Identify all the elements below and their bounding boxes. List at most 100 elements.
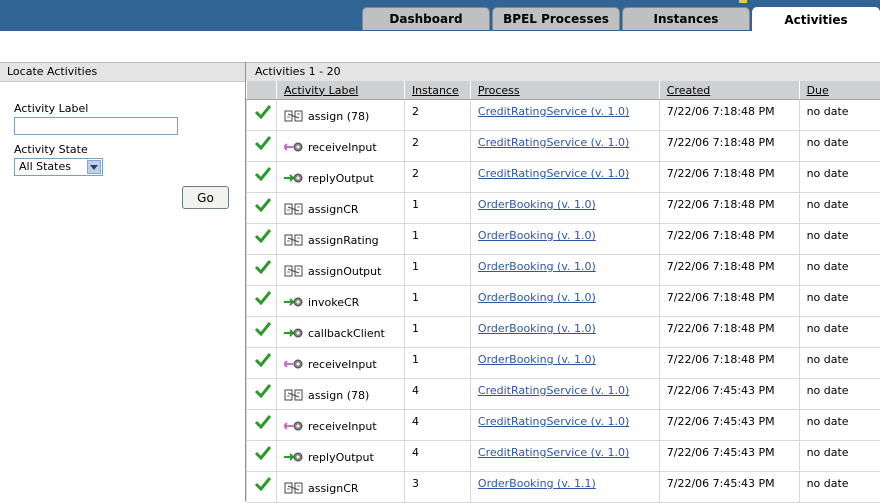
process-link[interactable]: CreditRatingService (v. 1.0): [478, 105, 629, 118]
instance-value: 1: [412, 348, 470, 366]
activity-label-input[interactable]: [14, 117, 178, 135]
instance-value: 4: [412, 441, 470, 459]
instance-value: 1: [412, 317, 470, 335]
process-link[interactable]: OrderBooking (v. 1.0): [478, 291, 596, 304]
check-icon: [255, 472, 276, 491]
activity-label: invokeCR: [308, 296, 359, 309]
status-cell: [247, 441, 277, 472]
process-link[interactable]: OrderBooking (v. 1.1): [478, 477, 596, 490]
reply-icon: [284, 171, 304, 185]
column-header-created[interactable]: Created: [659, 81, 799, 100]
column-header-instance[interactable]: Instance: [404, 81, 470, 100]
created-value: 7/22/06 7:18:48 PM: [667, 100, 799, 118]
check-icon: [255, 224, 276, 243]
instance-cell: 1: [404, 348, 470, 379]
process-link[interactable]: OrderBooking (v. 1.0): [478, 229, 596, 242]
check-icon: [255, 317, 276, 336]
process-link[interactable]: CreditRatingService (v. 1.0): [478, 136, 629, 149]
process-link[interactable]: CreditRatingService (v. 1.0): [478, 415, 629, 428]
due-cell: no date: [799, 441, 880, 472]
table-row: assign (78) 2 CreditRatingService (v. 1.0)…: [247, 100, 880, 131]
activity-state-select[interactable]: All States: [14, 158, 103, 176]
process-link[interactable]: CreditRatingService (v. 1.0): [478, 167, 629, 180]
tab-instances[interactable]: Instances: [622, 7, 750, 30]
tab-bpel-processes[interactable]: BPEL Processes: [492, 7, 620, 30]
due-cell: no date: [799, 224, 880, 255]
check-icon: [255, 131, 276, 150]
instance-value: 1: [412, 286, 470, 304]
process-link[interactable]: OrderBooking (v. 1.0): [478, 322, 596, 335]
table-header-row: Activity Label Instance Process Created …: [247, 81, 880, 100]
activity-label-cell: replyOutput: [276, 441, 404, 472]
instance-value: 1: [412, 193, 470, 211]
activity-label-cell: assignOutput: [276, 255, 404, 286]
locate-panel-title: Locate Activities: [0, 62, 245, 82]
created-cell: 7/22/06 7:18:48 PM: [659, 317, 799, 348]
main-tabs: Dashboard BPEL Processes Instances Activ…: [362, 7, 880, 31]
created-cell: 7/22/06 7:18:48 PM: [659, 162, 799, 193]
activity-label: assignCR: [308, 482, 359, 495]
created-value: 7/22/06 7:18:48 PM: [667, 162, 799, 180]
assign-icon: [284, 388, 304, 402]
due-cell: no date: [799, 255, 880, 286]
due-cell: no date: [799, 193, 880, 224]
created-cell: 7/22/06 7:18:48 PM: [659, 286, 799, 317]
due-cell: no date: [799, 162, 880, 193]
instance-cell: 2: [404, 131, 470, 162]
activity-label: assignRating: [308, 234, 379, 247]
column-header-due[interactable]: Due: [799, 81, 880, 100]
instance-cell: 1: [404, 286, 470, 317]
due-cell: no date: [799, 348, 880, 379]
created-cell: 7/22/06 7:18:48 PM: [659, 100, 799, 131]
chevron-down-icon[interactable]: [87, 160, 101, 174]
process-link[interactable]: CreditRatingService (v. 1.0): [478, 446, 629, 459]
tab-activities[interactable]: Activities: [752, 7, 880, 31]
assign-icon: [284, 202, 304, 216]
process-cell: CreditRatingService (v. 1.0): [470, 131, 659, 162]
process-link[interactable]: CreditRatingService (v. 1.0): [478, 384, 629, 397]
created-value: 7/22/06 7:18:48 PM: [667, 131, 799, 149]
process-link[interactable]: OrderBooking (v. 1.0): [478, 198, 596, 211]
activities-table: Activity Label Instance Process Created …: [246, 81, 880, 503]
process-cell: OrderBooking (v. 1.0): [470, 193, 659, 224]
go-button[interactable]: Go: [182, 186, 229, 209]
created-value: 7/22/06 7:18:48 PM: [667, 193, 799, 211]
receive-icon: [284, 419, 304, 433]
due-cell: no date: [799, 379, 880, 410]
locate-panel: Locate Activities Activity Label Activit…: [0, 62, 246, 501]
process-cell: OrderBooking (v. 1.0): [470, 348, 659, 379]
process-cell: OrderBooking (v. 1.1): [470, 472, 659, 503]
created-value: 7/22/06 7:45:43 PM: [667, 441, 799, 459]
instance-cell: 4: [404, 379, 470, 410]
due-cell: no date: [799, 100, 880, 131]
instance-value: 1: [412, 255, 470, 273]
tab-dashboard[interactable]: Dashboard: [362, 7, 490, 30]
check-icon: [255, 255, 276, 274]
created-cell: 7/22/06 7:18:48 PM: [659, 348, 799, 379]
process-link[interactable]: OrderBooking (v. 1.0): [478, 260, 596, 273]
column-header-activity-label[interactable]: Activity Label: [276, 81, 404, 100]
check-icon: [255, 286, 276, 305]
created-cell: 7/22/06 7:45:43 PM: [659, 441, 799, 472]
check-icon: [255, 162, 276, 181]
process-link[interactable]: OrderBooking (v. 1.0): [478, 353, 596, 366]
status-cell: [247, 379, 277, 410]
assign-icon: [284, 109, 304, 123]
instance-value: 4: [412, 410, 470, 428]
activity-label-cell: invokeCR: [276, 286, 404, 317]
process-cell: OrderBooking (v. 1.0): [470, 317, 659, 348]
table-row: assignCR3OrderBooking (v. 1.1)7/22/06 7:…: [247, 472, 880, 503]
status-cell: [247, 348, 277, 379]
activity-label: assign (78): [308, 110, 369, 123]
activity-label-caption: Activity Label: [14, 102, 88, 115]
instance-value: 2: [412, 100, 470, 118]
activity-label-cell: assign (78): [276, 379, 404, 410]
instance-cell: 2: [404, 162, 470, 193]
due-value: no date: [807, 193, 880, 211]
activity-label: receiveInput: [308, 420, 377, 433]
due-cell: no date: [799, 472, 880, 503]
column-header-process[interactable]: Process: [470, 81, 659, 100]
due-value: no date: [807, 472, 880, 490]
due-value: no date: [807, 100, 880, 118]
table-row: assign (78)4 CreditRatingService (v. 1.0)…: [247, 379, 880, 410]
